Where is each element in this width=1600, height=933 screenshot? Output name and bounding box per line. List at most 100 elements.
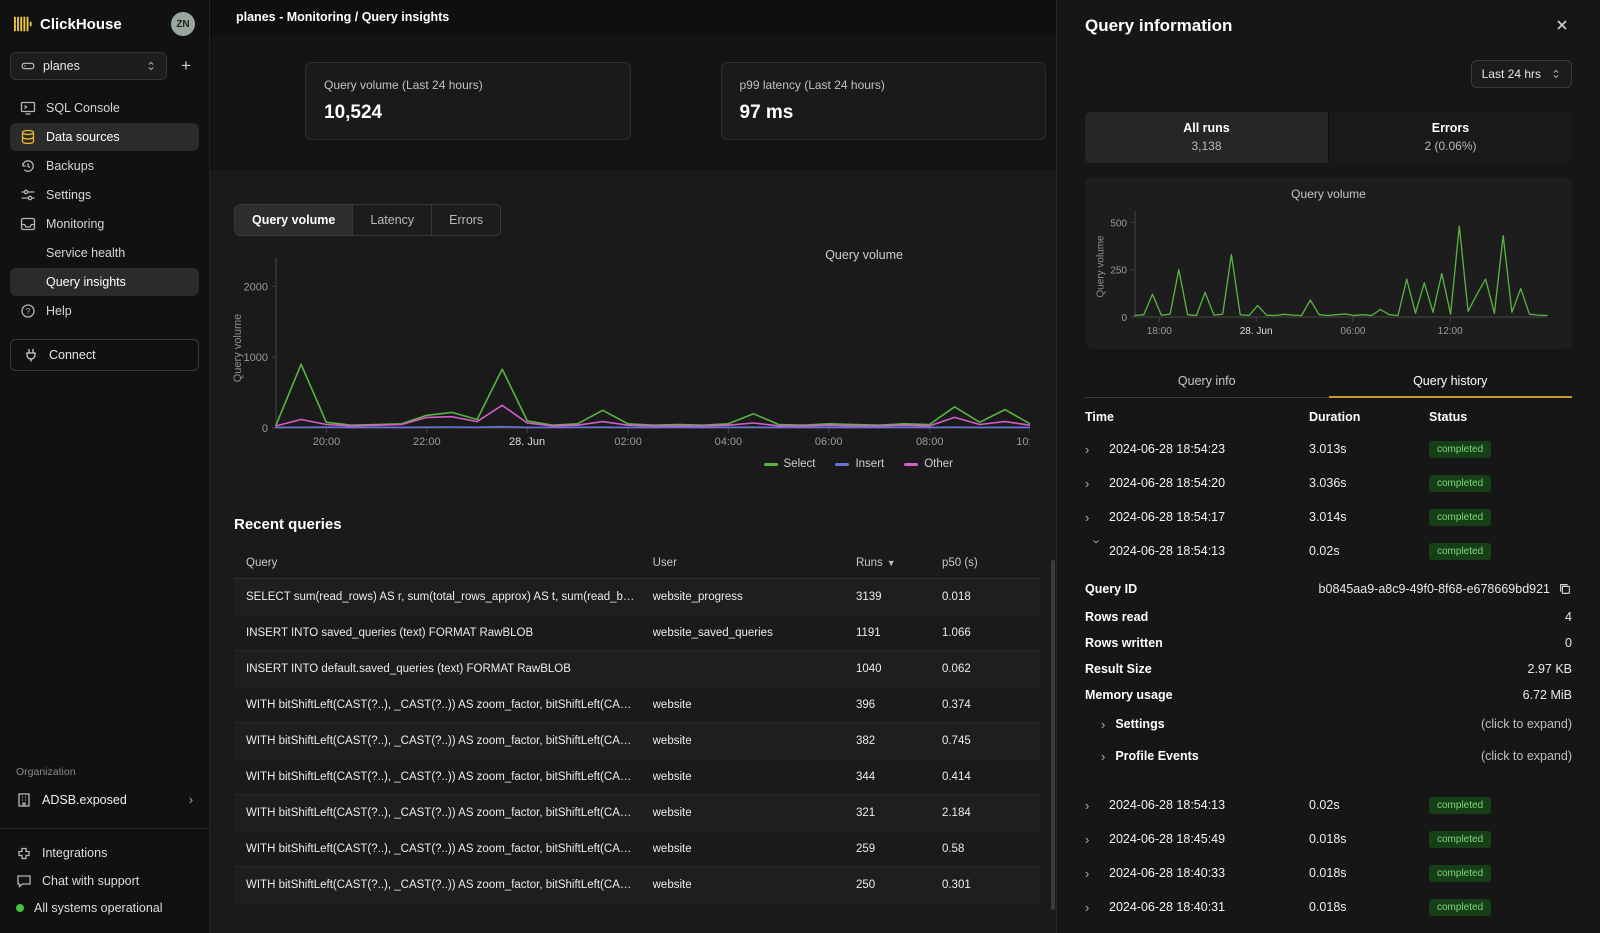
errors-segment[interactable]: Errors 2 (0.06%) (1329, 112, 1572, 163)
sidebar-item-monitoring[interactable]: Monitoring (10, 210, 199, 238)
segment-value: 3,138 (1085, 139, 1328, 153)
legend-item[interactable]: Select (764, 458, 816, 470)
user-avatar[interactable]: ZN (171, 12, 195, 36)
all-runs-segment[interactable]: All runs 3,138 (1085, 112, 1329, 163)
chart-legend: Select Insert Other (218, 458, 1038, 470)
legend-item[interactable]: Other (904, 458, 953, 470)
footer-item-label: Chat with support (42, 874, 139, 888)
tab-latency[interactable]: Latency (352, 205, 431, 235)
time-range-value: Last 24 hrs (1482, 67, 1541, 81)
svg-text:28. Jun: 28. Jun (509, 436, 545, 448)
table-row[interactable]: WITH bitShiftLeft(CAST(?..), _CAST(?..))… (234, 795, 1040, 831)
column-header-user[interactable]: User (653, 557, 856, 569)
sidebar-item-backups[interactable]: Backups (10, 152, 199, 180)
service-icon (21, 59, 35, 73)
svg-text:10:00: 10:00 (1016, 436, 1030, 448)
brand-name: ClickHouse (40, 16, 122, 33)
organization-row[interactable]: ADSB.exposed › (10, 784, 199, 816)
sidebar-item-label: Data sources (46, 130, 120, 144)
query-details: Query ID b0845aa9-a8c9-49f0-8f68-e678669… (1085, 568, 1572, 788)
history-row-expanded[interactable]: › 2024-06-28 18:54:13 0.02s completed (1085, 534, 1572, 568)
history-row[interactable]: › 2024-06-28 18:54:23 3.013s completed (1085, 432, 1572, 466)
sidebar-item-data-sources[interactable]: Data sources (10, 123, 199, 151)
tab-query-history[interactable]: Query history (1329, 365, 1573, 397)
connect-label: Connect (49, 348, 96, 362)
stat-value: 10,524 (324, 102, 612, 124)
column-header-p50[interactable]: p50 (s) (942, 557, 1028, 569)
close-icon[interactable] (1554, 17, 1572, 35)
table-row[interactable]: WITH bitShiftLeft(CAST(?..), _CAST(?..))… (234, 759, 1040, 795)
table-row[interactable]: WITH bitShiftLeft(CAST(?..), _CAST(?..))… (234, 687, 1040, 723)
table-row[interactable]: INSERT INTO saved_queries (text) FORMAT … (234, 615, 1040, 651)
chevron-right-icon[interactable]: › (1085, 901, 1109, 914)
main-content: planes - Monitoring / Query insights Que… (210, 0, 1056, 933)
history-row[interactable]: › 2024-06-28 18:54:20 3.036s completed (1085, 466, 1572, 500)
p99-latency-stat-card: p99 latency (Last 24 hours) 97 ms (721, 62, 1047, 140)
sidebar-item-sql-console[interactable]: SQL Console (10, 94, 199, 122)
service-selector[interactable]: planes (10, 52, 167, 80)
table-row[interactable]: SELECT sum(read_rows) AS r, sum(total_ro… (234, 579, 1040, 615)
stat-value: 97 ms (740, 102, 1028, 124)
main-scrollbar[interactable] (1051, 560, 1055, 910)
svg-text:20:00: 20:00 (313, 436, 341, 448)
connect-button[interactable]: Connect (10, 339, 199, 371)
table-row[interactable]: WITH bitShiftLeft(CAST(?..), _CAST(?..))… (234, 867, 1040, 903)
history-row[interactable]: › 2024-06-28 18:45:49 0.018s completed (1085, 822, 1572, 856)
svg-text:06:00: 06:00 (1340, 326, 1365, 337)
tab-query-volume[interactable]: Query volume (235, 205, 352, 235)
profile-events-expander[interactable]: › Profile Events (click to expand) (1085, 740, 1572, 772)
system-status-item[interactable]: All systems operational (16, 895, 193, 921)
svg-text:?: ? (26, 307, 31, 316)
sidebar-item-label: Backups (46, 159, 94, 173)
chevron-down-icon[interactable]: › (1091, 539, 1104, 563)
add-service-button[interactable]: + (173, 53, 199, 79)
tab-query-info[interactable]: Query info (1085, 365, 1329, 397)
column-header-query[interactable]: Query (246, 557, 653, 569)
chevron-right-icon[interactable]: › (1085, 833, 1109, 846)
svg-text:0: 0 (1121, 313, 1127, 324)
query-information-panel: Query information Last 24 hrs All runs 3… (1056, 0, 1600, 933)
table-row[interactable]: WITH bitShiftLeft(CAST(?..), _CAST(?..))… (234, 723, 1040, 759)
history-row[interactable]: › 2024-06-28 18:54:13 0.02s completed (1085, 788, 1572, 822)
status-badge: completed (1429, 865, 1491, 882)
sidebar-item-label: Monitoring (46, 217, 104, 231)
segment-value: 2 (0.06%) (1329, 139, 1572, 153)
chevron-right-icon[interactable]: › (1085, 799, 1109, 812)
chart-tabs: Query volume Latency Errors (234, 204, 501, 236)
sidebar-item-service-health[interactable]: Service health (10, 239, 199, 267)
sidebar-item-label: Help (46, 304, 72, 318)
legend-mark-icon (764, 463, 778, 466)
settings-expander[interactable]: › Settings (click to expand) (1085, 708, 1572, 740)
column-header-time: Time (1085, 410, 1309, 424)
svg-text:04:00: 04:00 (715, 436, 743, 448)
chevron-right-icon[interactable]: › (1085, 443, 1109, 456)
sidebar-item-help[interactable]: ? Help (10, 297, 199, 325)
svg-text:2000: 2000 (244, 281, 268, 293)
table-row[interactable]: WITH bitShiftLeft(CAST(?..), _CAST(?..))… (234, 831, 1040, 867)
sidebar-item-query-insights[interactable]: Query insights (10, 268, 199, 296)
sidebar-item-settings[interactable]: Settings (10, 181, 199, 209)
time-range-select[interactable]: Last 24 hrs (1471, 60, 1572, 88)
chat-support-item[interactable]: Chat with support (16, 867, 193, 895)
clickhouse-logo-icon (14, 16, 32, 32)
status-label: All systems operational (34, 901, 163, 915)
sidebar-footer: Integrations Chat with support All syste… (0, 828, 209, 933)
main-chart: 01000200020:0022:0028. Jun02:0004:0006:0… (218, 242, 1038, 454)
svg-text:0: 0 (262, 423, 268, 435)
chevron-updown-icon (1551, 68, 1561, 80)
column-header-runs[interactable]: Runs▼ (856, 557, 942, 569)
chevron-right-icon[interactable]: › (1085, 477, 1109, 490)
history-row[interactable]: › 2024-06-28 18:40:33 0.018s completed (1085, 856, 1572, 890)
legend-item[interactable]: Insert (835, 458, 884, 470)
table-row[interactable]: INSERT INTO default.saved_queries (text)… (234, 651, 1040, 687)
history-row[interactable]: › 2024-06-28 18:54:17 3.014s completed (1085, 500, 1572, 534)
chevron-right-icon[interactable]: › (1085, 867, 1109, 880)
integrations-item[interactable]: Integrations (16, 839, 193, 867)
sliders-icon (20, 187, 36, 203)
history-row[interactable]: › 2024-06-28 18:40:31 0.018s completed (1085, 890, 1572, 924)
chat-icon (16, 873, 32, 889)
blank-icon (20, 274, 36, 290)
chevron-right-icon[interactable]: › (1085, 511, 1109, 524)
tab-errors[interactable]: Errors (431, 205, 500, 235)
copy-icon[interactable] (1558, 582, 1572, 596)
